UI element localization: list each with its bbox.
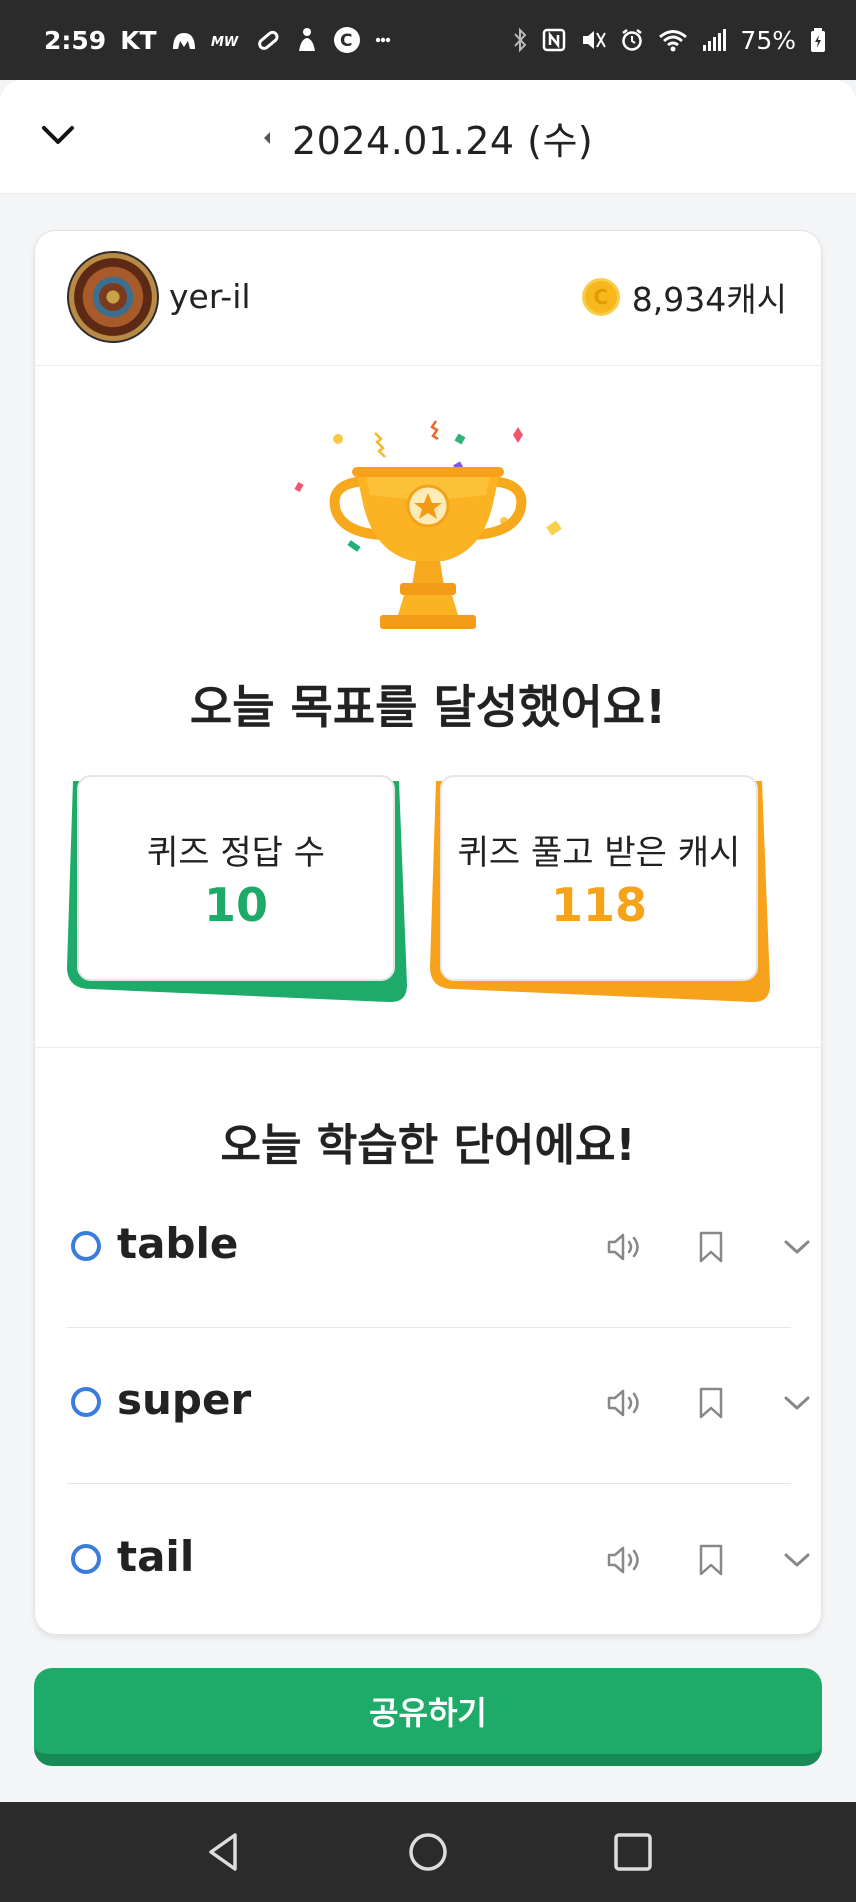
mute-icon [580, 25, 607, 55]
word-status-circle [71, 1387, 101, 1417]
more-notifications-icon [375, 25, 391, 55]
bookmark-icon [699, 1231, 723, 1263]
speaker-icon [607, 1546, 639, 1574]
status-carrier: KT [120, 25, 157, 55]
status-bar-right: 75% [512, 25, 826, 55]
stat-card: 퀴즈 정답 수 10 [77, 775, 395, 981]
bookmark-button[interactable] [689, 1538, 733, 1582]
notification-app-icon [171, 25, 197, 55]
chevron-down-icon [784, 1553, 810, 1567]
word-divider [67, 1327, 791, 1328]
coin-icon: C [581, 278, 620, 316]
nfc-icon [542, 25, 566, 55]
system-nav-bar [0, 1802, 856, 1902]
chevron-down-icon [42, 126, 74, 144]
speaker-icon [607, 1389, 639, 1417]
quiz-cash-stat: 퀴즈 풀고 받은 캐시 118 [430, 775, 770, 1005]
stat-value: 118 [550, 877, 648, 932]
notification-c-icon: C [333, 25, 361, 55]
achievement-title: 오늘 목표를 달성했어요! [189, 680, 667, 734]
collapse-button[interactable] [38, 116, 78, 156]
cash-balance: C 8,934캐시 [581, 273, 787, 321]
speaker-icon [607, 1233, 639, 1261]
date-selector: 2024.01.24 (수) [260, 110, 593, 165]
share-button[interactable]: 공유하기 [34, 1668, 822, 1766]
status-bar: 2:59 KT MW C 75% [0, 0, 856, 80]
svg-text:MW: MW [211, 35, 239, 50]
chevron-down-icon [784, 1396, 810, 1410]
word-row[interactable]: tail [67, 1514, 810, 1614]
header: 2024.01.24 (수) [0, 80, 856, 194]
trophy-illustration [35, 411, 821, 651]
cash-amount: 8,934캐시 [631, 280, 787, 319]
bookmark-icon [699, 1544, 723, 1576]
status-bar-left: 2:59 KT MW C [44, 25, 391, 55]
stat-label: 퀴즈 풀고 받은 캐시 [457, 832, 741, 873]
status-time: 2:59 [44, 25, 107, 55]
section-divider [35, 1047, 821, 1048]
words-section-title: 오늘 학습한 단어에요! [220, 1120, 636, 1171]
notification-pill-icon [255, 25, 281, 55]
back-triangle-icon [208, 1833, 237, 1871]
speaker-button[interactable] [603, 1225, 647, 1269]
caret-left-icon [264, 131, 270, 144]
expand-word-button[interactable] [775, 1381, 819, 1425]
stat-label: 퀴즈 정답 수 [146, 832, 325, 873]
word-divider [67, 1483, 791, 1484]
nav-back-button[interactable] [193, 1822, 253, 1882]
expand-word-button[interactable] [775, 1538, 819, 1582]
battery-icon [810, 25, 826, 55]
chevron-down-icon [784, 1240, 810, 1254]
stat-value: 10 [203, 877, 268, 932]
profile-row: yer-il C 8,934캐시 [35, 231, 821, 366]
nav-home-button[interactable] [398, 1822, 458, 1882]
svg-text:C: C [340, 31, 352, 51]
word-row[interactable]: table [67, 1201, 810, 1301]
quiz-correct-stat: 퀴즈 정답 수 10 [67, 775, 407, 1005]
word-status-circle [71, 1231, 101, 1261]
speaker-button[interactable] [603, 1538, 647, 1582]
word-text: tail [117, 1532, 195, 1581]
nav-recents-button[interactable] [603, 1822, 663, 1882]
recents-square-icon [614, 1833, 653, 1871]
notification-mw-icon: MW [211, 25, 241, 55]
current-date: 2024.01.24 (수) [292, 119, 594, 163]
bluetooth-icon [512, 25, 528, 55]
word-text: table [117, 1219, 239, 1268]
word-status-circle [71, 1544, 101, 1574]
wifi-icon [658, 25, 688, 55]
word-text: super [117, 1375, 252, 1424]
expand-word-button[interactable] [775, 1225, 819, 1269]
alarm-icon [620, 25, 644, 55]
home-circle-icon [409, 1833, 447, 1871]
signal-icon [702, 25, 727, 55]
daily-result-card: yer-il C 8,934캐시 오늘 목표를 달성했어요! 퀴즈 정답 수 1… [34, 230, 822, 1635]
battery-percentage: 75% [740, 25, 796, 55]
username: yer-il [169, 277, 251, 316]
prev-day-button[interactable] [260, 128, 274, 148]
speaker-button[interactable] [603, 1381, 647, 1425]
notification-figure-icon [295, 25, 319, 55]
bookmark-button[interactable] [689, 1225, 733, 1269]
word-row[interactable]: super [67, 1357, 810, 1457]
bookmark-button[interactable] [689, 1381, 733, 1425]
avatar[interactable] [67, 251, 159, 343]
trophy-icon [294, 420, 562, 629]
stat-card: 퀴즈 풀고 받은 캐시 118 [440, 775, 758, 981]
bookmark-icon [699, 1387, 723, 1419]
